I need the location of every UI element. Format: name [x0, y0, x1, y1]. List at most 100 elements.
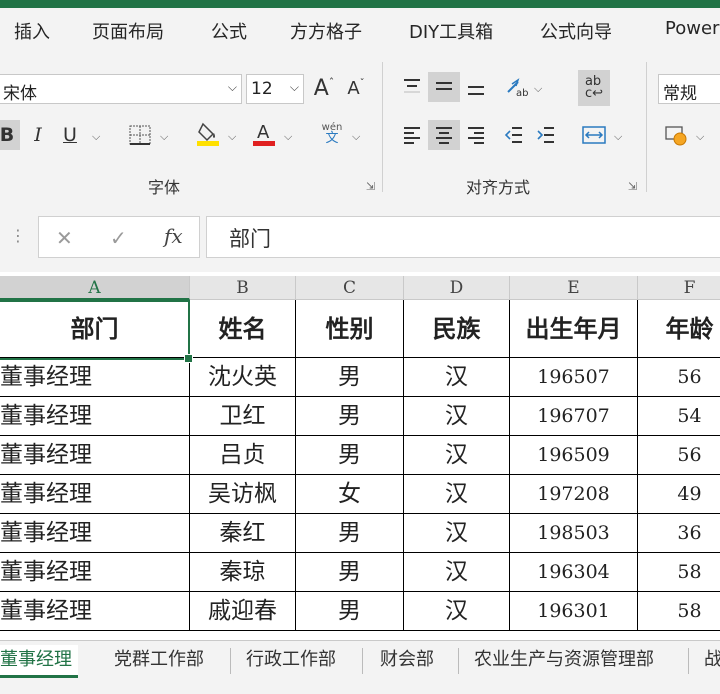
column-header-b[interactable]: B — [190, 276, 296, 300]
cell-ethnicity[interactable]: 汉 — [404, 514, 510, 553]
cell-gender[interactable]: 男 — [296, 436, 404, 475]
chevron-down-icon[interactable]: ⌵ — [696, 130, 704, 144]
shrink-font-button[interactable]: Aˇ — [340, 73, 372, 103]
tab-fangfang-gezi[interactable]: 方方格子 — [290, 18, 362, 44]
column-header-c[interactable]: C — [296, 276, 404, 300]
cell-department[interactable]: 董事经理 — [0, 553, 190, 592]
underline-button[interactable]: U — [54, 120, 86, 150]
cell-ethnicity[interactable]: 汉 — [404, 475, 510, 514]
cell-gender[interactable]: 男 — [296, 514, 404, 553]
borders-button[interactable] — [124, 120, 156, 150]
header-cell-gender[interactable]: 性别 — [296, 300, 404, 358]
cell-birth-month[interactable]: 196707 — [510, 397, 638, 436]
cell-department[interactable]: 董事经理 — [0, 514, 190, 553]
header-cell-ethnicity[interactable]: 民族 — [404, 300, 510, 358]
cell-age[interactable]: 54 — [638, 397, 720, 436]
font-name-select[interactable]: 宋体 ⌵ — [0, 74, 242, 104]
cell-gender[interactable]: 男 — [296, 553, 404, 592]
tab-formula-wizard[interactable]: 公式向导 — [540, 18, 612, 44]
align-right-button[interactable] — [460, 120, 492, 150]
tab-insert[interactable]: 插入 — [14, 18, 50, 44]
insert-function-icon[interactable]: fx — [164, 224, 183, 248]
cell-ethnicity[interactable]: 汉 — [404, 592, 510, 631]
cell-name[interactable]: 秦红 — [190, 514, 296, 553]
tab-page-layout[interactable]: 页面布局 — [92, 18, 164, 44]
cell-birth-month[interactable]: 196509 — [510, 436, 638, 475]
enter-check-icon[interactable]: ✓ — [110, 226, 127, 250]
sheet-tab-finance[interactable]: 财会部 — [380, 645, 434, 671]
font-color-button[interactable]: A — [248, 118, 280, 148]
column-header-a[interactable]: A — [0, 276, 190, 300]
number-format-select[interactable]: 常规 — [658, 74, 720, 104]
cell-ethnicity[interactable]: 汉 — [404, 436, 510, 475]
cell-birth-month[interactable]: 196304 — [510, 553, 638, 592]
cell-birth-month[interactable]: 197208 — [510, 475, 638, 514]
cell-gender[interactable]: 男 — [296, 592, 404, 631]
chevron-down-icon[interactable]: ⌵ — [160, 130, 168, 144]
cell-department[interactable]: 董事经理 — [0, 358, 190, 397]
cell-age[interactable]: 58 — [638, 592, 720, 631]
increase-indent-button[interactable] — [530, 120, 562, 150]
chevron-down-icon[interactable]: ⌵ — [534, 82, 542, 96]
sheet-tab-party-affairs[interactable]: 党群工作部 — [114, 645, 204, 671]
wrap-text-button[interactable]: ab c↩ — [578, 70, 610, 106]
chevron-down-icon[interactable]: ⌵ — [228, 130, 236, 144]
chevron-down-icon[interactable]: ⌵ — [614, 130, 622, 144]
phonetic-guide-button[interactable]: wén 文 — [316, 118, 348, 148]
cell-name[interactable]: 吕贞 — [190, 436, 296, 475]
bold-button[interactable]: B — [0, 120, 20, 150]
header-cell-age[interactable]: 年龄 — [638, 300, 720, 358]
cell-name[interactable]: 吴访枫 — [190, 475, 296, 514]
grow-font-button[interactable]: Aˆ — [308, 73, 340, 103]
sheet-tab-directors[interactable]: 董事经理 — [0, 645, 78, 678]
cell-ethnicity[interactable]: 汉 — [404, 553, 510, 592]
sheet-tab-administration[interactable]: 行政工作部 — [246, 645, 336, 671]
header-cell-name[interactable]: 姓名 — [190, 300, 296, 358]
cell-ethnicity[interactable]: 汉 — [404, 358, 510, 397]
chevron-down-icon[interactable]: ⌵ — [284, 130, 292, 144]
column-header-f[interactable]: F — [638, 276, 720, 300]
cell-age[interactable]: 56 — [638, 358, 720, 397]
cell-birth-month[interactable]: 196301 — [510, 592, 638, 631]
column-header-d[interactable]: D — [404, 276, 510, 300]
cell-department[interactable]: 董事经理 — [0, 397, 190, 436]
cell-age[interactable]: 36 — [638, 514, 720, 553]
tab-diy-toolbox[interactable]: DIY工具箱 — [409, 18, 493, 44]
chevron-down-icon[interactable]: ⌵ — [92, 130, 100, 144]
cell-name[interactable]: 戚迎春 — [190, 592, 296, 631]
cell-birth-month[interactable]: 198503 — [510, 514, 638, 553]
cell-name[interactable]: 秦琼 — [190, 553, 296, 592]
cell-department[interactable]: 董事经理 — [0, 475, 190, 514]
cell-birth-month[interactable]: 196507 — [510, 358, 638, 397]
align-bottom-button[interactable] — [460, 72, 492, 102]
tab-formulas[interactable]: 公式 — [211, 18, 247, 44]
sheet-tab-agriculture[interactable]: 农业生产与资源管理部 — [474, 645, 654, 671]
dialog-launcher-icon[interactable]: ⇲ — [366, 180, 375, 193]
merge-center-button[interactable] — [578, 120, 610, 150]
cell-name[interactable]: 卫红 — [190, 397, 296, 436]
align-top-button[interactable] — [396, 72, 428, 102]
orientation-button[interactable]: ab — [500, 72, 532, 102]
font-size-select[interactable]: 12 ⌵ — [246, 74, 304, 104]
cancel-icon[interactable]: ✕ — [56, 226, 73, 250]
cell-age[interactable]: 49 — [638, 475, 720, 514]
cell-age[interactable]: 58 — [638, 553, 720, 592]
fill-color-button[interactable] — [192, 118, 224, 148]
cell-age[interactable]: 56 — [638, 436, 720, 475]
cell-department[interactable]: 董事经理 — [0, 592, 190, 631]
sheet-tab-cutoff[interactable]: 战 — [704, 645, 720, 671]
dialog-launcher-icon[interactable]: ⇲ — [628, 180, 637, 193]
fill-handle[interactable] — [184, 354, 193, 363]
align-center-button[interactable] — [428, 120, 460, 150]
formula-input[interactable]: 部门 — [206, 216, 720, 258]
cell-ethnicity[interactable]: 汉 — [404, 397, 510, 436]
align-left-button[interactable] — [396, 120, 428, 150]
italic-button[interactable]: I — [22, 120, 54, 150]
decrease-indent-button[interactable] — [498, 120, 530, 150]
cell-gender[interactable]: 男 — [296, 358, 404, 397]
chevron-down-icon[interactable]: ⌵ — [352, 130, 360, 144]
cell-gender[interactable]: 女 — [296, 475, 404, 514]
accounting-format-button[interactable] — [660, 120, 692, 150]
header-cell-birth-month[interactable]: 出生年月 — [510, 300, 638, 358]
column-header-e[interactable]: E — [510, 276, 638, 300]
